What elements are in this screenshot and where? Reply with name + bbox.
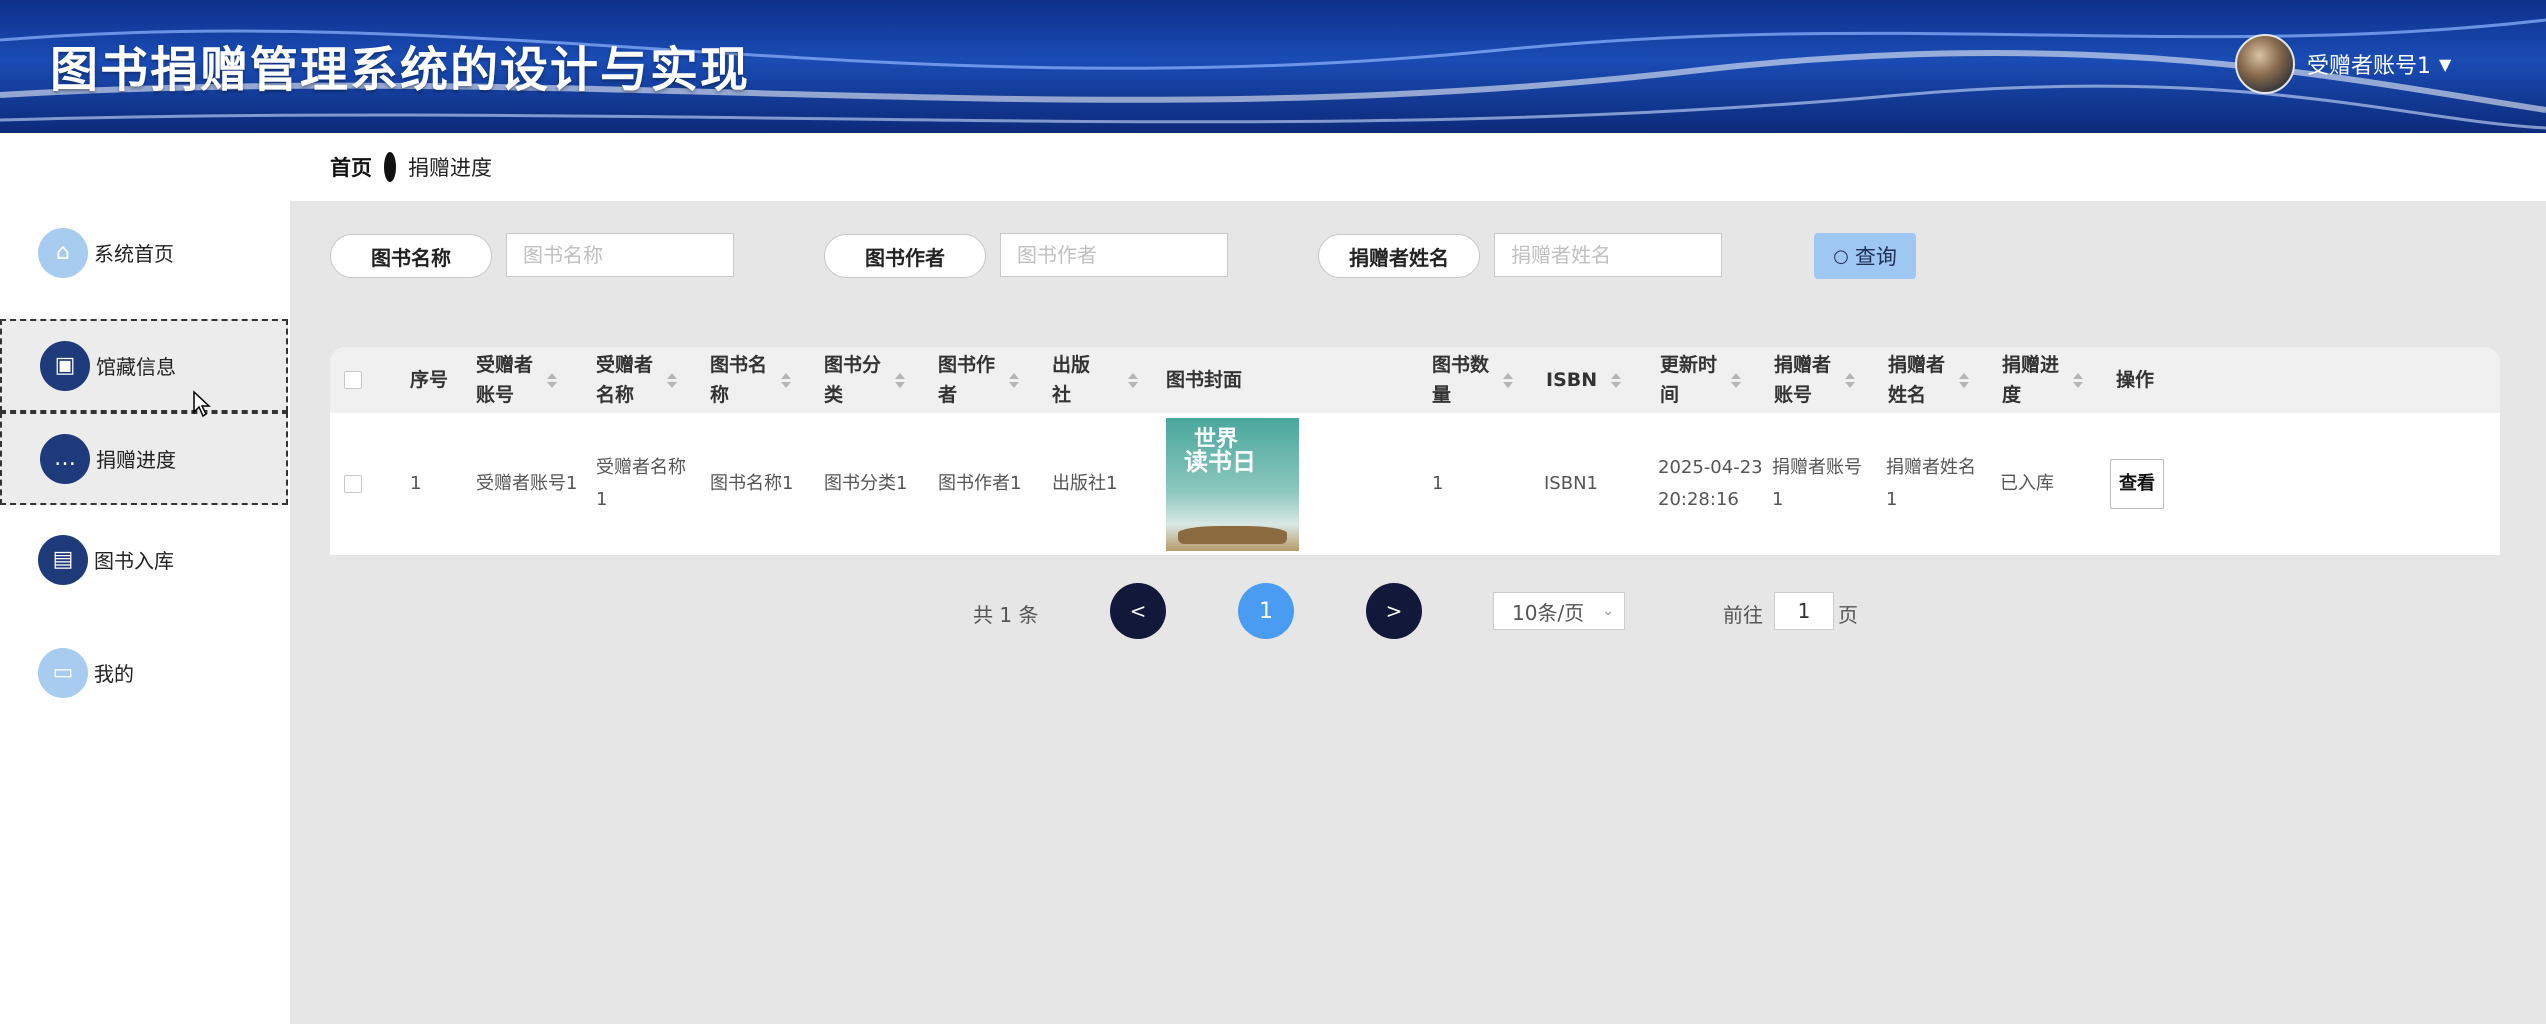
sort-icon	[1009, 372, 1020, 388]
message-icon: …	[40, 433, 90, 484]
cell-progress: 已入库	[2000, 473, 2054, 494]
briefcase-icon: ▣	[40, 340, 90, 391]
top-header: 图书捐赠管理系统的设计与实现 受赠者账号1 ▼	[0, 0, 2546, 133]
sidebar-item-label: 捐赠进度	[96, 448, 176, 472]
caret-down-icon[interactable]: ▼	[2439, 55, 2451, 74]
cell-updated: 2025-04-23 20:28:16	[1658, 457, 1763, 510]
sort-icon	[547, 372, 558, 388]
cell-cover: 世界 读书日	[1166, 413, 1299, 555]
donation-table: 序号 受赠者 账号 受赠者 名称 图书名 称 图书分 类 图书作 者 出版 社 …	[330, 347, 2500, 555]
home-icon: ⌂	[38, 227, 88, 278]
app-title: 图书捐赠管理系统的设计与实现	[50, 42, 751, 98]
user-avatar[interactable]	[2235, 34, 2295, 94]
column-header-book-name[interactable]: 图书名 称	[710, 347, 792, 413]
column-header-index: 序号	[410, 369, 449, 391]
user-menu[interactable]: 受赠者账号1 ▼	[2235, 34, 2451, 94]
column-header-quantity[interactable]: 图书数 量	[1432, 347, 1514, 413]
sidebar: ⌂ 系统首页 ▣ 馆藏信息 … 捐赠进度 ▤ 图书入库 ▭ 我的	[0, 133, 291, 1024]
column-header-recipient-name[interactable]: 受赠者 名称	[596, 347, 678, 413]
book-cover-image[interactable]: 世界 读书日	[1166, 417, 1299, 551]
breadcrumb: 首页 捐赠进度	[290, 133, 2546, 201]
pagination-goto-input[interactable]	[1774, 592, 1834, 630]
card-icon: ▭	[38, 647, 88, 698]
sidebar-item-book-storage[interactable]: ▤ 图书入库	[0, 513, 288, 606]
cell-index: 1	[410, 473, 422, 494]
sort-icon	[2073, 372, 2084, 388]
table-header: 序号 受赠者 账号 受赠者 名称 图书名 称 图书分 类 图书作 者 出版 社 …	[330, 347, 2500, 413]
cell-publisher: 出版社1	[1052, 473, 1118, 494]
main-content: 图书名称 图书作者 捐赠者姓名 ○ 查询 序号 受赠者 账号 受赠者 名称 图书…	[290, 201, 2546, 1024]
breadcrumb-home[interactable]: 首页	[330, 152, 372, 182]
sidebar-item-label: 我的	[94, 662, 134, 686]
column-header-donor-account[interactable]: 捐赠者 账号	[1774, 347, 1856, 413]
column-header-donor-name[interactable]: 捐赠者 姓名	[1888, 347, 1970, 413]
sidebar-item-mine[interactable]: ▭ 我的	[0, 626, 288, 719]
row-checkbox[interactable]	[344, 413, 362, 555]
sidebar-item-label: 图书入库	[94, 549, 174, 573]
cell-author: 图书作者1	[938, 473, 1022, 494]
cell-category: 图书分类1	[824, 473, 908, 494]
search-icon: ○	[1833, 245, 1849, 267]
pagination-goto-suffix: 页	[1838, 603, 1858, 627]
cell-recipient-account: 受赠者账号1	[476, 473, 578, 494]
book-name-label: 图书名称	[330, 234, 492, 278]
sidebar-item-collection[interactable]: ▣ 馆藏信息	[0, 319, 288, 412]
pagination-current-page[interactable]: 1	[1238, 583, 1294, 639]
sort-icon	[1611, 372, 1622, 388]
page-size-select[interactable]: 10条/页 ⌄	[1493, 592, 1625, 630]
column-header-progress[interactable]: 捐赠进 度	[2002, 347, 2084, 413]
column-header-updated[interactable]: 更新时 间	[1660, 347, 1742, 413]
sort-icon	[1503, 372, 1514, 388]
query-button-label: 查询	[1854, 245, 1897, 269]
sort-icon	[1959, 372, 1970, 388]
cell-donor-account: 捐赠者账号 1	[1772, 457, 1862, 510]
query-button[interactable]: ○ 查询	[1814, 233, 1916, 279]
cell-recipient-name: 受赠者名称 1	[596, 457, 686, 510]
column-header-recipient-account[interactable]: 受赠者 账号	[476, 347, 558, 413]
sort-icon	[1845, 372, 1856, 388]
column-header-isbn[interactable]: ISBN	[1546, 347, 1622, 413]
cell-isbn: ISBN1	[1544, 473, 1598, 494]
column-header-action: 操作	[2116, 369, 2155, 391]
cell-book-name: 图书名称1	[710, 473, 794, 494]
sort-icon	[1128, 372, 1139, 388]
chevron-down-icon: ⌄	[1602, 603, 1614, 619]
sidebar-item-home[interactable]: ⌂ 系统首页	[0, 206, 288, 299]
donor-name-label: 捐赠者姓名	[1318, 234, 1480, 278]
sort-icon	[781, 372, 792, 388]
cell-quantity: 1	[1432, 473, 1444, 494]
column-header-publisher[interactable]: 出版 社	[1052, 347, 1139, 413]
view-button[interactable]: 查看	[2110, 459, 2164, 509]
sidebar-item-label: 系统首页	[94, 242, 174, 266]
book-name-input[interactable]	[506, 233, 734, 277]
mouse-cursor-icon	[193, 390, 211, 418]
breadcrumb-separator-icon	[384, 152, 396, 182]
sidebar-item-label: 馆藏信息	[96, 355, 176, 379]
column-header-author[interactable]: 图书作 者	[938, 347, 1020, 413]
sort-icon	[667, 372, 678, 388]
page-size-value: 10条/页	[1512, 600, 1585, 625]
sidebar-item-donation-progress[interactable]: … 捐赠进度	[0, 412, 288, 505]
author-input[interactable]	[1000, 233, 1228, 277]
author-label: 图书作者	[824, 234, 986, 278]
column-header-cover: 图书封面	[1166, 369, 1243, 391]
donor-name-input[interactable]	[1494, 233, 1722, 277]
breadcrumb-current: 捐赠进度	[408, 156, 492, 180]
user-name[interactable]: 受赠者账号1	[2307, 48, 2431, 80]
table-row: 1 受赠者账号1 受赠者名称 1 图书名称1 图书分类1 图书作者1 出版社1 …	[330, 413, 2500, 555]
pagination-next-button[interactable]: >	[1366, 583, 1422, 639]
pagination-goto-label: 前往	[1723, 603, 1763, 627]
cell-donor-name: 捐赠者姓名 1	[1886, 457, 1976, 510]
pagination-prev-button[interactable]: <	[1110, 583, 1166, 639]
cell-action: 查看	[2110, 413, 2164, 555]
clipboard-icon: ▤	[38, 534, 88, 585]
select-all-checkbox[interactable]	[344, 347, 362, 413]
pagination-total: 共 1 条	[973, 603, 1039, 627]
column-header-category[interactable]: 图书分 类	[824, 347, 906, 413]
sort-icon	[1731, 372, 1742, 388]
sort-icon	[895, 372, 906, 388]
